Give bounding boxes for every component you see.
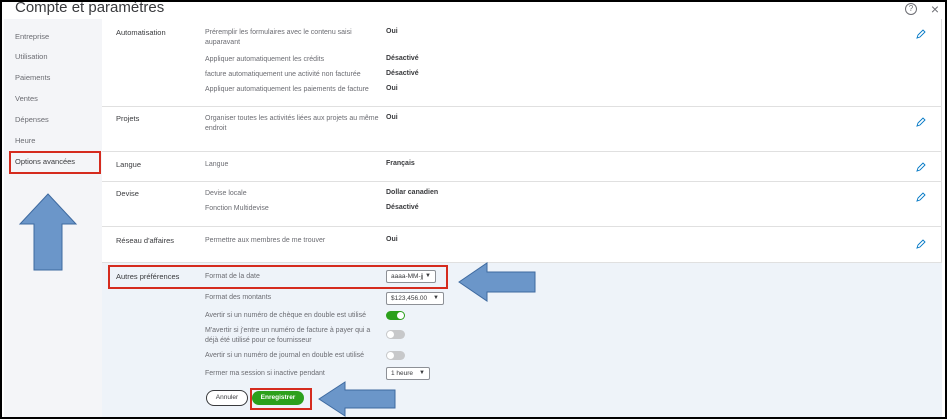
pencil-icon[interactable] <box>916 162 926 172</box>
section-automatisation[interactable]: Automatisation Préremplir les formulaire… <box>102 19 942 107</box>
arrow-left-annotation <box>318 381 396 417</box>
setting-value: Désactivé <box>386 204 419 211</box>
setting-label: Avertir si un numéro de chèque en double… <box>205 312 366 319</box>
setting-label: facture automatiquement une activité non… <box>205 71 361 78</box>
setting-label: Permettre aux membres de me trouver <box>205 237 326 244</box>
pencil-icon[interactable] <box>916 192 926 202</box>
session-timeout-select[interactable]: 1 heure ▼ <box>386 367 430 380</box>
setting-value: Oui <box>386 85 398 92</box>
caret-down-icon: ▼ <box>433 295 439 301</box>
section-title: Automatisation <box>116 28 166 37</box>
page-title: Compte et paramètres <box>15 0 165 16</box>
section-title: Devise <box>116 189 139 198</box>
sidebar-item-utilisation[interactable]: Utilisation <box>15 52 48 61</box>
help-icon[interactable]: ? <box>905 3 917 15</box>
section-title: Projets <box>116 114 140 123</box>
setting-value: Dollar canadien <box>386 189 439 196</box>
caret-down-icon: ▼ <box>419 370 425 376</box>
section-langue[interactable]: Langue Langue Français <box>102 152 942 182</box>
section-title: Langue <box>116 160 142 169</box>
settings-content: Automatisation Préremplir les formulaire… <box>102 19 942 417</box>
highlight-box-save <box>250 388 312 410</box>
sidebar-item-depenses[interactable]: Dépenses <box>15 115 49 124</box>
section-reseau-affaires[interactable]: Réseau d'affaires Permettre aux membres … <box>102 227 942 263</box>
close-icon[interactable]: × <box>931 2 939 17</box>
journal-duplicate-toggle[interactable] <box>386 351 405 360</box>
arrow-up-annotation <box>18 193 78 271</box>
setting-label: Fermer ma session si inactive pendant <box>205 370 325 377</box>
settings-window: Compte et paramètres ? × Entreprise Util… <box>0 0 947 419</box>
setting-value: Oui <box>386 114 398 121</box>
pencil-icon[interactable] <box>916 239 926 249</box>
setting-value: Oui <box>386 236 398 243</box>
setting-label: M'avertir si j'entre un numéro de factur… <box>205 327 371 344</box>
setting-label: Langue <box>205 161 229 168</box>
sidebar-item-heure[interactable]: Heure <box>15 136 35 145</box>
amount-format-value: $123,456.00 <box>391 295 428 302</box>
setting-label: Fonction Multidevise <box>205 205 269 212</box>
setting-value: Oui <box>386 28 398 35</box>
sidebar-item-ventes[interactable]: Ventes <box>15 94 38 103</box>
setting-label: Préremplir les formulaires avec le conte… <box>205 29 352 46</box>
setting-label: Avertir si un numéro de journal en doubl… <box>205 352 365 359</box>
pencil-icon[interactable] <box>916 29 926 39</box>
highlight-box-sidebar <box>9 151 101 174</box>
pencil-icon[interactable] <box>916 117 926 127</box>
invoice-duplicate-toggle[interactable] <box>386 330 405 339</box>
setting-value: Désactivé <box>386 70 419 77</box>
setting-label: Organiser toutes les activités liées aux… <box>205 115 379 132</box>
arrow-left-annotation <box>458 262 536 302</box>
sidebar-item-paiements[interactable]: Paiements <box>15 73 50 82</box>
setting-value: Français <box>386 160 415 167</box>
setting-label: Appliquer automatiquement les crédits <box>205 56 325 63</box>
highlight-box-date-format <box>108 265 448 289</box>
title-bar: Compte et paramètres ? × <box>2 2 945 18</box>
section-projets[interactable]: Projets Organiser toutes les activités l… <box>102 107 942 152</box>
amount-format-select[interactable]: $123,456.00 ▼ <box>386 292 444 305</box>
setting-label: Format des montants <box>205 294 272 301</box>
setting-value: Désactivé <box>386 55 419 62</box>
sidebar-item-entreprise[interactable]: Entreprise <box>15 32 49 41</box>
section-devise[interactable]: Devise Devise locale Dollar canadien Fon… <box>102 182 942 227</box>
cheque-duplicate-toggle[interactable] <box>386 311 405 320</box>
setting-label: Appliquer automatiquement les paiements … <box>205 86 369 93</box>
section-title: Réseau d'affaires <box>116 236 174 245</box>
cancel-button[interactable]: Annuler <box>206 390 248 406</box>
session-timeout-value: 1 heure <box>391 370 414 377</box>
setting-label: Devise locale <box>205 190 247 197</box>
